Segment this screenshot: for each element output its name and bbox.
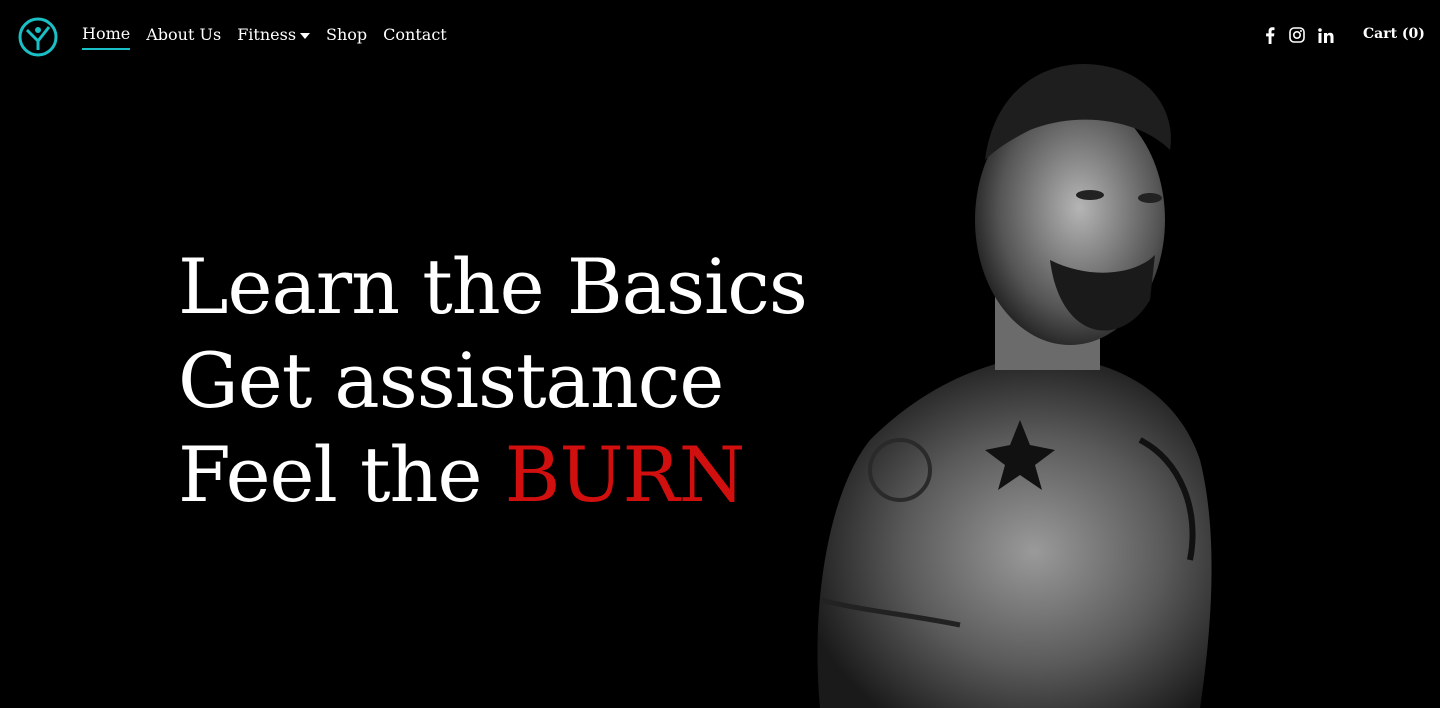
cart-link[interactable]: Cart (0) (1363, 26, 1425, 42)
caret-down-icon (300, 32, 311, 39)
hero-headline: Learn the Basics Get assistance Feel the… (178, 240, 808, 522)
nav-item-fitness-label: Fitness (237, 25, 297, 44)
nav-item-contact[interactable]: Contact (383, 24, 447, 50)
hero-line-3-prefix: Feel the (178, 430, 505, 519)
hero-line-1: Learn the Basics (178, 242, 808, 331)
nav-menu: Home About Us Fitness Shop Contact (82, 24, 447, 50)
hero-athlete-photo (817, 64, 1212, 708)
linkedin-icon[interactable] (1317, 26, 1335, 44)
nav-item-shop[interactable]: Shop (326, 24, 367, 50)
hero-line-3: Feel the BURN (178, 428, 807, 522)
logo-icon[interactable] (18, 17, 58, 57)
hero-burn-highlight: BURN (504, 430, 746, 519)
instagram-icon[interactable] (1288, 26, 1306, 44)
hero-line-2: Get assistance (178, 336, 724, 425)
top-navbar: Home About Us Fitness Shop Contact Cart … (0, 0, 1440, 72)
facebook-icon[interactable] (1261, 26, 1279, 44)
nav-item-home[interactable]: Home (82, 24, 131, 50)
nav-item-about-us[interactable]: About Us (146, 24, 221, 50)
nav-item-fitness[interactable]: Fitness (237, 24, 311, 50)
